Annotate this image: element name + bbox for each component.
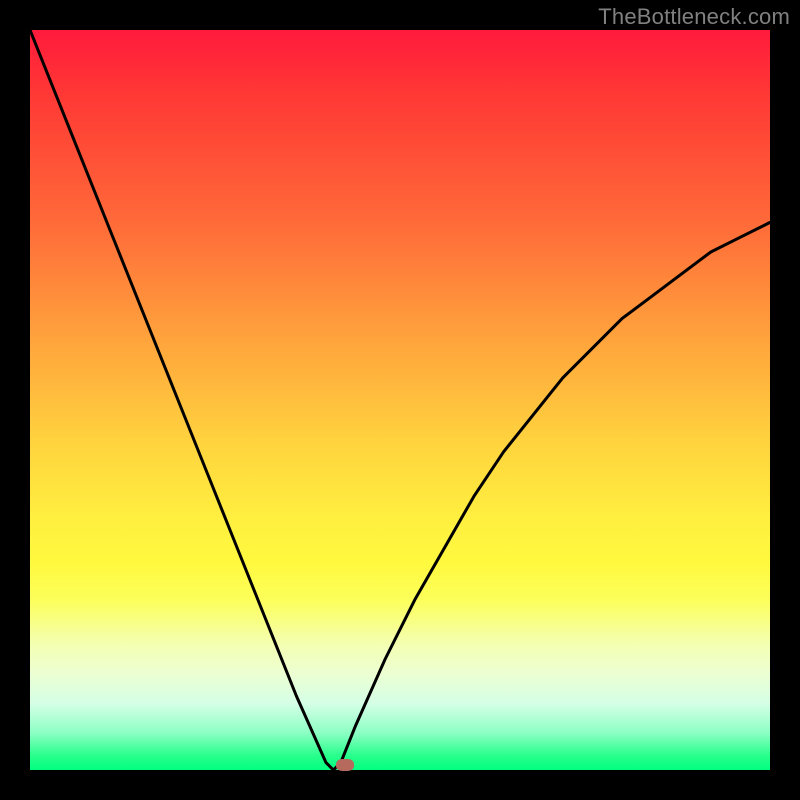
bottleneck-curve [30, 30, 770, 770]
curve-path [30, 30, 770, 770]
watermark-text: TheBottleneck.com [598, 4, 790, 30]
chart-frame: TheBottleneck.com [0, 0, 800, 800]
optimal-marker [336, 759, 354, 771]
plot-area [30, 30, 770, 770]
